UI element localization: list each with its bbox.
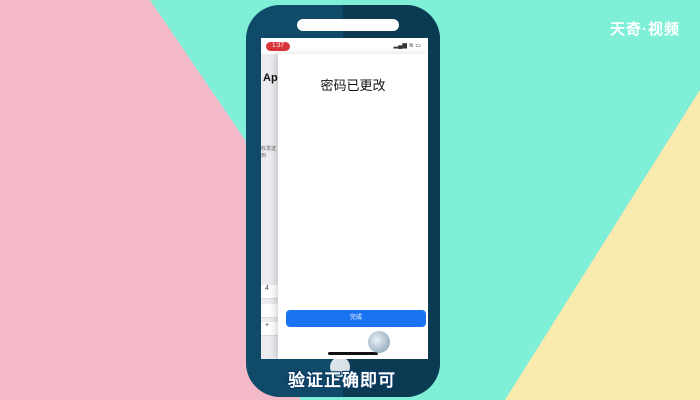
phone-frame: 1:37 ▂▄▆ ≋ ▭ Ap 收发送 到 4 + 密码已更改 完成 [246,5,440,397]
status-bar: 1:37 ▂▄▆ ≋ ▭ [261,38,428,54]
password-changed-sheet: 密码已更改 完成 [278,54,428,359]
phone-notch [297,19,399,31]
sheet-title: 密码已更改 [320,78,386,93]
subtitle-caption: 验证正确即可 [288,371,396,390]
done-button[interactable]: 完成 [286,310,426,327]
home-indicator[interactable] [328,352,378,355]
status-time: 1:37 [266,42,290,51]
underlying-row: 4 [261,285,279,299]
phone-screen: 1:37 ▂▄▆ ≋ ▭ Ap 收发送 到 4 + 密码已更改 完成 [261,38,428,359]
underlying-page-title: Ap [263,72,278,84]
brand-watermark: 天奇·视频 [610,21,680,38]
touch-indicator [368,331,390,353]
underlying-row [261,304,279,318]
underlying-row: + [261,322,279,336]
signal-wifi-battery-icon: ▂▄▆ ≋ ▭ [393,43,421,49]
